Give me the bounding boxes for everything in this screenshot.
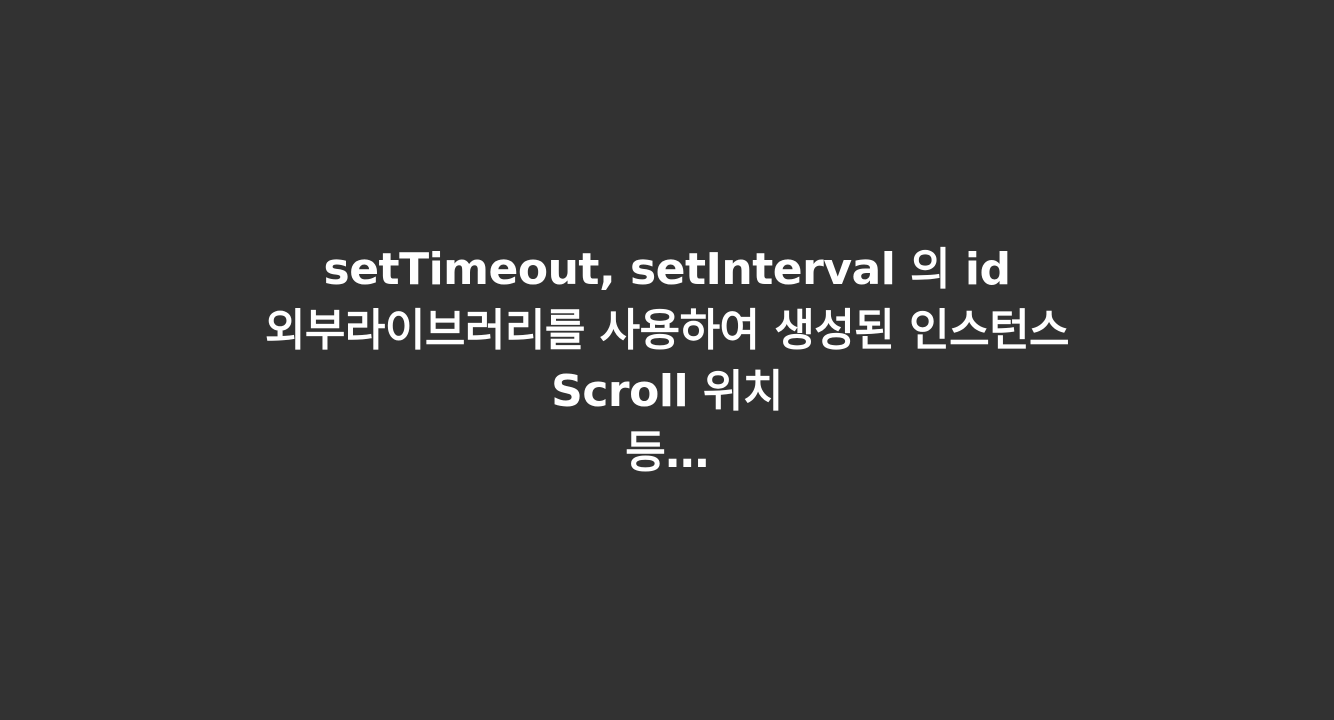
text-line-library-instances: 외부라이브러리를 사용하여 생성된 인스턴스 [264, 305, 1070, 356]
text-line-timer-ids: setTimeout, setInterval 의 id [323, 244, 1011, 295]
text-line-etc: 등… [625, 427, 709, 478]
slide-text-block: setTimeout, setInterval 의 id 외부라이브러리를 사용… [264, 239, 1070, 483]
slide: setTimeout, setInterval 의 id 외부라이브러리를 사용… [0, 0, 1334, 720]
text-line-scroll-position: Scroll 위치 [551, 366, 783, 417]
